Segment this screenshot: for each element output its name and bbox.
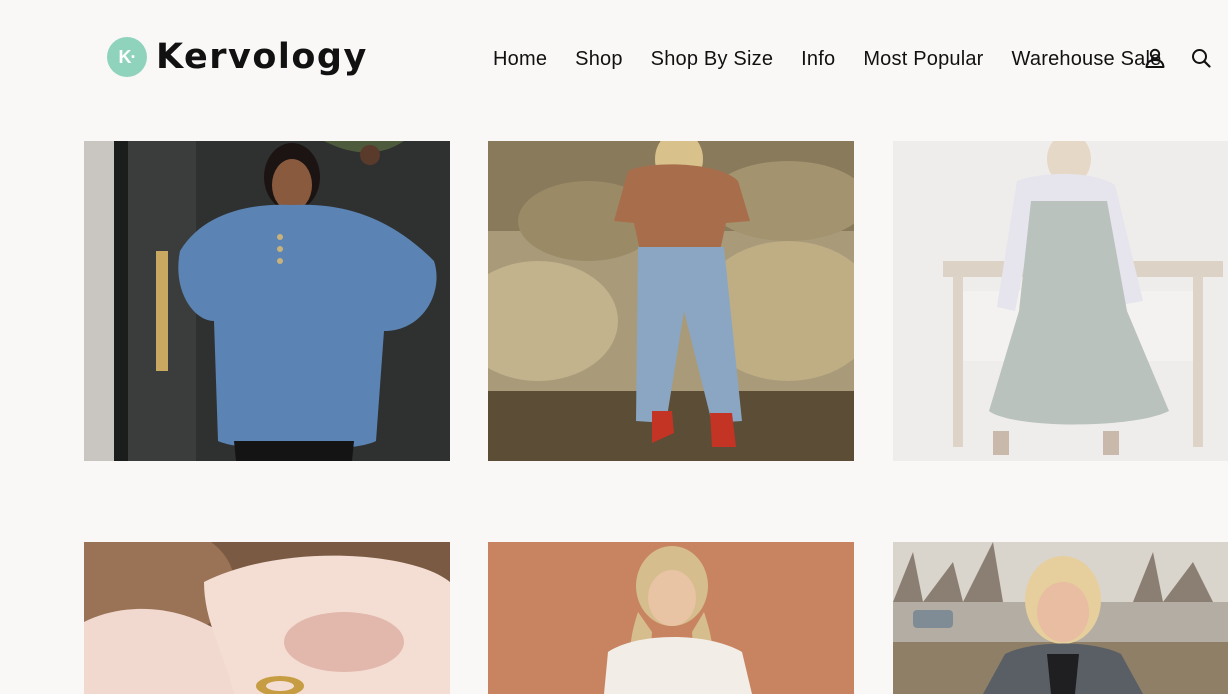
- photo-white-blouse: [488, 542, 854, 694]
- main-nav: Home Shop Shop By Size Info Most Popular…: [493, 46, 1161, 72]
- site-header: K· Kervology Home Shop Shop By Size Info…: [0, 0, 1228, 116]
- nav-home[interactable]: Home: [493, 48, 547, 71]
- logo-mark: K·: [107, 37, 147, 77]
- product-image-1[interactable]: [84, 141, 450, 461]
- photo-grey-cardigan: [893, 542, 1228, 694]
- search-icon[interactable]: [1190, 47, 1212, 69]
- nav-shop[interactable]: Shop: [575, 48, 623, 71]
- product-image-5[interactable]: [488, 542, 854, 694]
- brand-name: Kervology: [156, 37, 368, 77]
- product-image-2[interactable]: [488, 141, 854, 461]
- product-image-3[interactable]: [893, 141, 1228, 461]
- photo-jeans-desert: [488, 141, 854, 461]
- nav-most-popular[interactable]: Most Popular: [863, 48, 983, 71]
- photo-blue-henley: [84, 141, 450, 461]
- photo-ring-hands: [84, 542, 450, 694]
- photo-sage-dress: [893, 141, 1228, 461]
- product-image-6[interactable]: [893, 542, 1228, 694]
- product-image-4[interactable]: [84, 542, 450, 694]
- brand-logo[interactable]: K· Kervology: [107, 37, 368, 77]
- nav-shop-by-size[interactable]: Shop By Size: [651, 48, 773, 71]
- nav-info[interactable]: Info: [801, 48, 835, 71]
- nav-warehouse-sale[interactable]: Warehouse Sale: [1012, 48, 1162, 71]
- account-icon[interactable]: [1144, 47, 1166, 69]
